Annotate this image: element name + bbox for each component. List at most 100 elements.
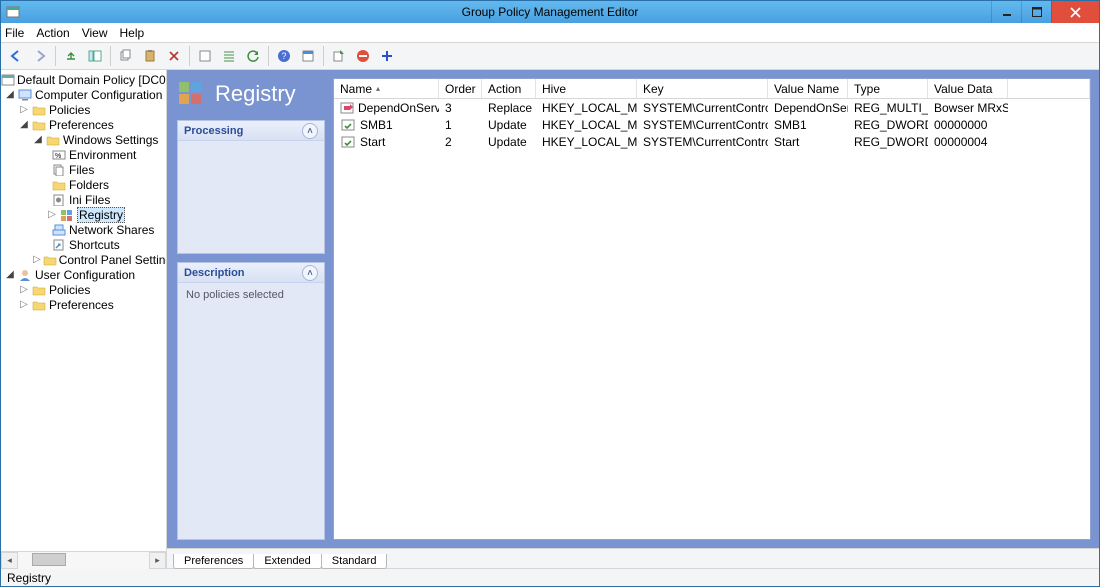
cell-order: 3 bbox=[439, 101, 482, 115]
tree-item-user-policies[interactable]: ▷ Policies bbox=[1, 282, 166, 297]
up-button[interactable] bbox=[60, 45, 82, 67]
help-button[interactable]: ? bbox=[273, 45, 295, 67]
tree-item-root[interactable]: Default Domain Policy [DC02.C bbox=[1, 72, 166, 87]
tree-item-folders[interactable]: Folders bbox=[1, 177, 166, 192]
list-rows[interactable]: DependOnService3ReplaceHKEY_LOCAL_MAC...… bbox=[334, 99, 1090, 539]
expand-icon[interactable]: ▷ bbox=[47, 210, 57, 220]
menu-help[interactable]: Help bbox=[120, 26, 145, 40]
expand-icon[interactable]: ◢ bbox=[33, 135, 43, 145]
cell-hive: HKEY_LOCAL_MAC... bbox=[536, 101, 637, 115]
bottom-tabs: Preferences Extended Standard bbox=[167, 548, 1099, 568]
column-header-value-data[interactable]: Value Data bbox=[928, 79, 1008, 98]
export-button[interactable] bbox=[328, 45, 350, 67]
toolbar: ? bbox=[1, 43, 1099, 70]
expand-icon[interactable]: ◢ bbox=[19, 120, 29, 130]
column-header-key[interactable]: Key bbox=[637, 79, 768, 98]
tree-item-preferences[interactable]: ◢ Preferences bbox=[1, 117, 166, 132]
tree-item-computer-configuration[interactable]: ◢ Computer Configuration bbox=[1, 87, 166, 102]
delete-button[interactable] bbox=[163, 45, 185, 67]
column-header-name[interactable]: Name▴ bbox=[334, 79, 439, 98]
copy-button[interactable] bbox=[115, 45, 137, 67]
sort-asc-icon: ▴ bbox=[376, 84, 380, 93]
tree-item-user-preferences[interactable]: ▷ Preferences bbox=[1, 297, 166, 312]
stop-button[interactable] bbox=[352, 45, 374, 67]
details-button[interactable] bbox=[218, 45, 240, 67]
column-header-spacer bbox=[1008, 79, 1090, 98]
scroll-left-button[interactable]: ◂ bbox=[1, 552, 18, 569]
folder-open-icon bbox=[45, 133, 61, 147]
properties-button[interactable] bbox=[297, 45, 319, 67]
list-row[interactable]: DependOnService3ReplaceHKEY_LOCAL_MAC...… bbox=[334, 99, 1090, 116]
column-header-order[interactable]: Order bbox=[439, 79, 482, 98]
tree-item-policies[interactable]: ▷ Policies bbox=[1, 102, 166, 117]
tree-view[interactable]: Default Domain Policy [DC02.C ◢ Computer… bbox=[1, 70, 166, 551]
tab-standard[interactable]: Standard bbox=[321, 554, 388, 569]
environment-icon: % bbox=[51, 148, 67, 162]
back-button[interactable] bbox=[5, 45, 27, 67]
list-row[interactable]: SMB11UpdateHKEY_LOCAL_MAC...SYSTEM\Curre… bbox=[334, 116, 1090, 133]
scroll-track[interactable] bbox=[18, 552, 149, 569]
folder-icon bbox=[51, 178, 67, 192]
processing-card-body bbox=[178, 141, 324, 153]
folder-icon bbox=[43, 253, 57, 267]
description-card: Description ˄ No policies selected bbox=[177, 262, 325, 540]
ini-icon bbox=[51, 193, 67, 207]
tree-item-ini-files[interactable]: Ini Files bbox=[1, 192, 166, 207]
column-header-hive[interactable]: Hive bbox=[536, 79, 637, 98]
tree-label: Folders bbox=[69, 178, 109, 192]
tree-label: Computer Configuration bbox=[35, 88, 162, 102]
cell-order: 1 bbox=[439, 118, 482, 132]
page-title: Registry bbox=[215, 81, 296, 107]
user-icon bbox=[17, 268, 33, 282]
cell-value-name: SMB1 bbox=[768, 118, 848, 132]
expand-icon[interactable]: ▷ bbox=[19, 300, 29, 310]
tree-item-files[interactable]: Files bbox=[1, 162, 166, 177]
scroll-right-button[interactable]: ▸ bbox=[149, 552, 166, 569]
svg-text:?: ? bbox=[281, 51, 286, 61]
tree-item-user-configuration[interactable]: ◢ User Configuration bbox=[1, 267, 166, 282]
tree-horizontal-scrollbar[interactable]: ◂ ▸ bbox=[1, 551, 166, 568]
tree-item-network-shares[interactable]: Network Shares bbox=[1, 222, 166, 237]
tree-item-environment[interactable]: % Environment bbox=[1, 147, 166, 162]
chevron-up-icon[interactable]: ˄ bbox=[302, 265, 318, 281]
description-card-header[interactable]: Description ˄ bbox=[178, 263, 324, 283]
column-header-type[interactable]: Type bbox=[848, 79, 928, 98]
cell-value-name: Start bbox=[768, 135, 848, 149]
processing-card-header[interactable]: Processing ˄ bbox=[178, 121, 324, 141]
expand-icon[interactable]: ▷ bbox=[19, 105, 29, 115]
tree-item-windows-settings[interactable]: ◢ Windows Settings bbox=[1, 132, 166, 147]
list-row[interactable]: Start2UpdateHKEY_LOCAL_MAC...SYSTEM\Curr… bbox=[334, 133, 1090, 150]
cell-value-name: DependOnServ... bbox=[768, 101, 848, 115]
cell-value-data: 00000004 bbox=[928, 135, 1008, 149]
menu-view[interactable]: View bbox=[82, 26, 108, 40]
forward-button[interactable] bbox=[29, 45, 51, 67]
window-title: Group Policy Management Editor bbox=[1, 5, 1099, 19]
paste-button[interactable] bbox=[139, 45, 161, 67]
registry-item-icon bbox=[340, 101, 354, 114]
cell-order: 2 bbox=[439, 135, 482, 149]
tab-extended[interactable]: Extended bbox=[253, 554, 321, 569]
cell-value-data: 00000000 bbox=[928, 118, 1008, 132]
tree-item-registry[interactable]: ▷ Registry bbox=[1, 207, 166, 222]
network-shares-icon bbox=[51, 223, 67, 237]
cell-type: REG_MULTI_SZ bbox=[848, 101, 928, 115]
expand-icon[interactable]: ▷ bbox=[33, 255, 41, 265]
show-hide-tree-button[interactable] bbox=[84, 45, 106, 67]
menu-file[interactable]: File bbox=[5, 26, 24, 40]
tree-label-selected: Registry bbox=[77, 207, 125, 223]
refresh-button[interactable] bbox=[242, 45, 264, 67]
expand-icon[interactable]: ▷ bbox=[19, 285, 29, 295]
column-header-action[interactable]: Action bbox=[482, 79, 536, 98]
scroll-thumb[interactable] bbox=[32, 553, 66, 566]
large-icons-button[interactable] bbox=[194, 45, 216, 67]
expand-icon[interactable]: ◢ bbox=[5, 270, 15, 280]
column-header-value-name[interactable]: Value Name bbox=[768, 79, 848, 98]
menu-action[interactable]: Action bbox=[36, 26, 69, 40]
expand-icon[interactable]: ◢ bbox=[5, 90, 15, 100]
tree-label: Environment bbox=[69, 148, 136, 162]
tree-item-shortcuts[interactable]: Shortcuts bbox=[1, 237, 166, 252]
tab-preferences[interactable]: Preferences bbox=[173, 554, 254, 569]
tree-item-control-panel-settings[interactable]: ▷ Control Panel Setting bbox=[1, 252, 166, 267]
chevron-up-icon[interactable]: ˄ bbox=[302, 123, 318, 139]
new-item-button[interactable] bbox=[376, 45, 398, 67]
